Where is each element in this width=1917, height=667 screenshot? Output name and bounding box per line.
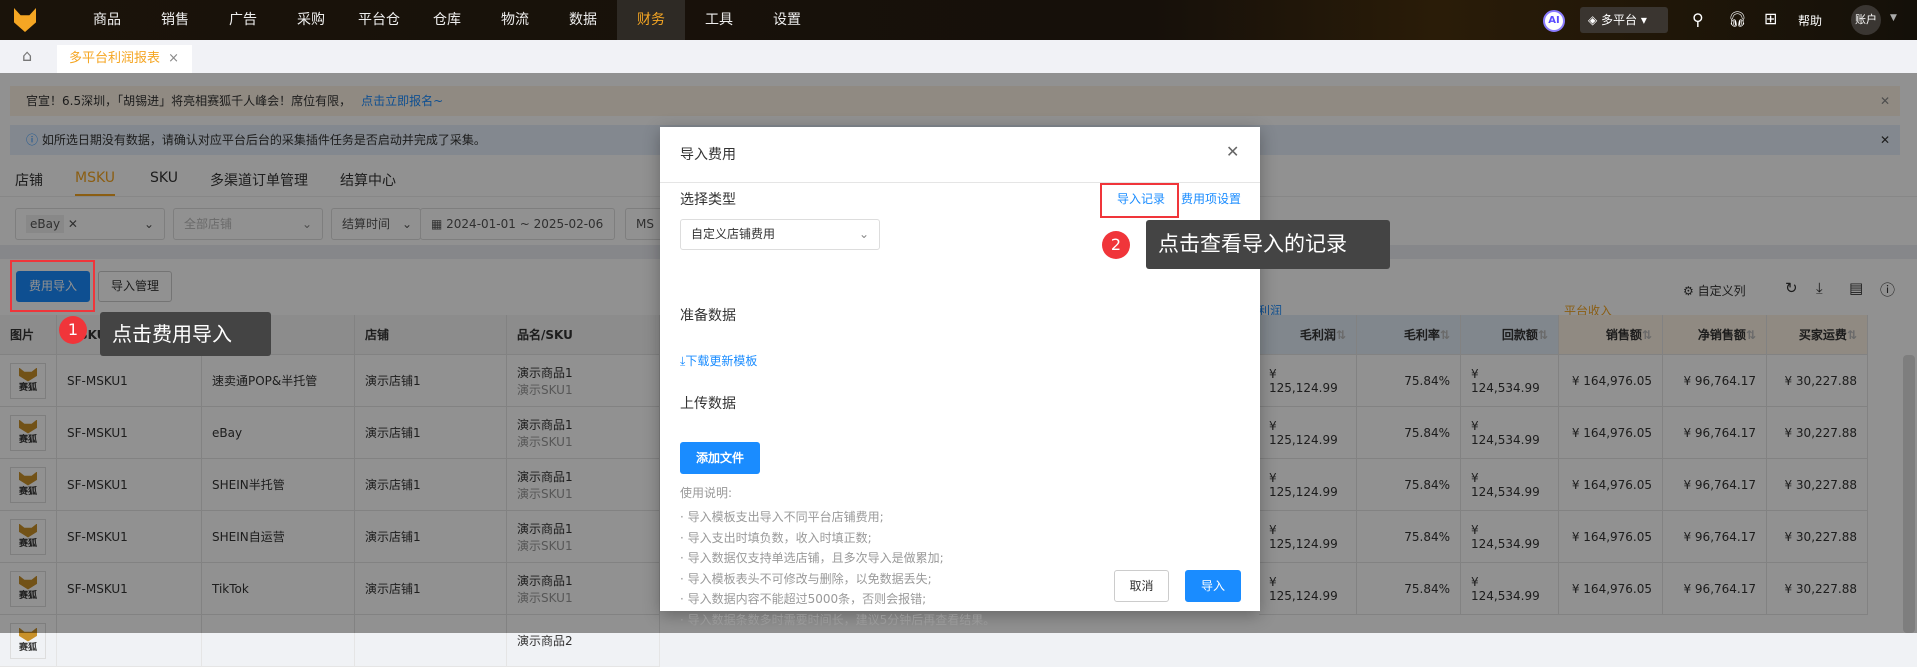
cancel-button[interactable]: 取消 bbox=[1114, 570, 1169, 602]
highlight-box bbox=[1100, 183, 1179, 218]
fee-settings-link[interactable]: 费用项设置 bbox=[1181, 190, 1241, 207]
tab-profit-report[interactable]: 多平台利润报表 × bbox=[57, 45, 192, 73]
nav-item[interactable]: 数据 bbox=[549, 0, 617, 40]
chevron-down-icon: ⌄ bbox=[858, 227, 869, 241]
close-icon[interactable]: × bbox=[168, 51, 179, 66]
page-tabbar: ⌂ 多平台利润报表 × bbox=[0, 40, 1917, 73]
usage-item: · 导入数据仅支持单选店铺，且多次导入是做累加; bbox=[680, 551, 944, 565]
home-icon[interactable]: ⌂ bbox=[22, 46, 32, 65]
tab-label: 多平台利润报表 bbox=[69, 51, 161, 66]
nav-item[interactable]: 广告 bbox=[209, 0, 277, 40]
import-button[interactable]: 导入 bbox=[1185, 570, 1241, 602]
nav-item[interactable]: 平台仓 bbox=[345, 0, 413, 40]
usage-item: · 导入模板表头不可修改与删除，以免数据丢失; bbox=[680, 571, 932, 586]
top-nav: 商品 销售 广告 采购 平台仓 仓库 物流 数据 财务 工具 设置 AI ◈ 多平台 ▾ ⚲ 🎧︎ … bbox=[0, 0, 1917, 40]
highlight-box bbox=[10, 260, 95, 312]
fee-type-select[interactable]: 自定义店铺费用 ⌄ bbox=[680, 219, 880, 250]
dialog-title: 导入费用 bbox=[680, 147, 736, 163]
step-badge: 1 bbox=[59, 316, 87, 344]
nav-item[interactable]: 财务 bbox=[617, 0, 685, 40]
headset-icon[interactable]: 🎧︎ bbox=[1728, 10, 1747, 28]
ai-button[interactable]: AI bbox=[1543, 10, 1565, 32]
logo-icon[interactable] bbox=[14, 8, 36, 32]
nav-item[interactable]: 销售 bbox=[141, 0, 209, 40]
product-name: 演示商品2 bbox=[517, 634, 573, 648]
search-icon[interactable]: ⚲ bbox=[1692, 10, 1704, 29]
nav-item[interactable]: 采购 bbox=[277, 0, 345, 40]
usage-item: · 导入模板支出导入不同平台店铺费用; bbox=[680, 510, 884, 524]
usage-item: · 导入支出时填负数，收入时填正数; bbox=[680, 530, 872, 545]
chevron-down-icon[interactable]: ▼ bbox=[1890, 13, 1897, 23]
usage-item: · 导入数据内容不能超过5000条，否则会报错; bbox=[680, 592, 927, 606]
apps-icon[interactable]: ⊞ bbox=[1764, 9, 1777, 28]
tooltip-step2: 点击查看导入的记录 bbox=[1146, 220, 1390, 269]
nav-item[interactable]: 设置 bbox=[753, 0, 821, 40]
tooltip-step1: 点击费用导入 bbox=[100, 312, 271, 356]
platform-label: 多平台 bbox=[1601, 13, 1638, 27]
platform-switcher[interactable]: ◈ 多平台 ▾ bbox=[1580, 7, 1668, 33]
usage-title: 使用说明: bbox=[680, 486, 733, 500]
usage-item: · 导入数据条数多时需要时间长，建议5分钟后再查看结果。 bbox=[680, 612, 996, 627]
account-avatar[interactable]: 账户 bbox=[1851, 5, 1881, 35]
nav-item[interactable]: 物流 bbox=[481, 0, 549, 40]
add-file-button[interactable]: 添加文件 bbox=[680, 442, 760, 474]
upload-label: 上传数据 bbox=[680, 396, 736, 412]
prepare-label: 准备数据 bbox=[680, 308, 736, 324]
help-link[interactable]: 帮助 bbox=[1798, 12, 1822, 29]
nav-item[interactable]: 商品 bbox=[73, 0, 141, 40]
close-icon[interactable]: ✕ bbox=[1226, 142, 1239, 161]
nav-item[interactable]: 工具 bbox=[685, 0, 753, 40]
download-template-link[interactable]: ⤓下载更新模板 bbox=[680, 352, 757, 369]
select-type-label: 选择类型 bbox=[680, 192, 736, 208]
step-badge: 2 bbox=[1102, 231, 1130, 259]
nav-item[interactable]: 仓库 bbox=[413, 0, 481, 40]
